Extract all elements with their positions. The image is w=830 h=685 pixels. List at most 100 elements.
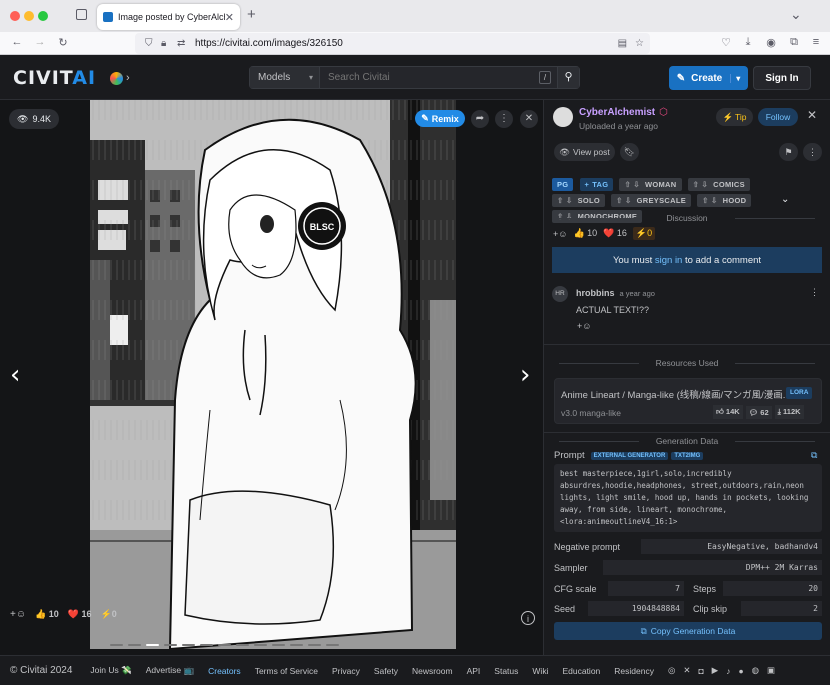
eye-icon: 👁︎: [17, 113, 29, 124]
like-reaction[interactable]: 👍 10: [573, 228, 597, 239]
tag-chip[interactable]: ⇧ ⇩ HOOD: [697, 194, 752, 207]
next-image-icon[interactable]: ›: [520, 360, 530, 390]
pocket-icon[interactable]: ♡: [719, 36, 733, 49]
shield-icon[interactable]: ⛉: [145, 38, 157, 49]
resource-card[interactable]: Anime Lineart / Manga-like (线稿/線画/マンガ風/漫…: [554, 378, 822, 424]
twitch-icon[interactable]: ▣: [767, 665, 775, 676]
tag-chip[interactable]: ⇧ ⇩ WOMAN: [619, 178, 682, 191]
view-post-button[interactable]: 👁︎ View post: [554, 143, 615, 161]
comment-user[interactable]: hrobbins: [576, 288, 615, 298]
search-type-select[interactable]: Models ▾: [250, 67, 320, 88]
new-tab-button[interactable]: +: [247, 6, 256, 23]
avatar[interactable]: [553, 107, 573, 127]
footer-link-education[interactable]: Education: [562, 666, 600, 676]
reader-view-icon[interactable]: ▤: [618, 38, 627, 49]
close-window-button[interactable]: [10, 11, 20, 21]
footer-link-advertise[interactable]: Advertise 📺: [146, 665, 194, 676]
share-icon[interactable]: ➦: [471, 110, 489, 128]
brand-switcher[interactable]: ›: [110, 70, 136, 86]
bolt-reaction[interactable]: ⚡0: [632, 227, 656, 240]
youtube-icon[interactable]: ▶: [712, 665, 719, 676]
forward-arrow-icon[interactable]: →: [33, 36, 47, 48]
github-icon[interactable]: ◍: [752, 665, 759, 676]
seed-label: Seed: [554, 604, 576, 614]
tip-button[interactable]: ⚡ Tip: [716, 108, 753, 126]
add-reaction-button[interactable]: +☺: [553, 229, 567, 239]
copy-generation-data-button[interactable]: ⧉ Copy Generation Data: [554, 622, 822, 640]
zoom-window-button[interactable]: [38, 11, 48, 21]
add-reaction-button[interactable]: +☺: [10, 609, 26, 620]
lock-icon[interactable]: 🔒︎: [161, 38, 173, 49]
heart-reaction[interactable]: ❤️ 16: [603, 228, 627, 239]
bolt-reaction[interactable]: ⚡0: [101, 609, 117, 620]
tag-chip[interactable]: ⇧ ⇩ GREYSCALE: [611, 194, 692, 207]
footer-link-terms[interactable]: Terms of Service: [255, 666, 318, 676]
footer-link-join[interactable]: Join Us 💸: [90, 665, 131, 676]
civitai-logo[interactable]: CIVITAI: [13, 67, 96, 89]
footer-link-status[interactable]: Status: [494, 666, 518, 676]
search-input[interactable]: [320, 67, 539, 88]
reload-icon[interactable]: ↻: [56, 36, 70, 49]
tab-overview-icon[interactable]: [76, 9, 87, 20]
flag-icon[interactable]: ⚑: [779, 143, 798, 161]
footer-link-newsroom[interactable]: Newsroom: [412, 666, 453, 676]
close-panel-icon[interactable]: ✕: [807, 108, 817, 122]
comment-more-icon[interactable]: ⋮: [810, 287, 819, 298]
steps-value: 20: [723, 581, 822, 596]
comment-avatar[interactable]: HR: [552, 286, 568, 302]
url-text[interactable]: https://civitai.com/images/326150: [195, 38, 618, 49]
follow-button[interactable]: Follow: [758, 108, 798, 126]
likes-stat: 👍︎ 14K: [713, 405, 743, 419]
tag-chip[interactable]: ⇧ ⇩ COMICS: [687, 178, 750, 191]
x-twitter-icon[interactable]: ✕: [683, 665, 690, 676]
active-tab[interactable]: Image posted by CyberAlchemist ✕: [97, 4, 240, 30]
chevron-down-icon[interactable]: ⌄: [781, 194, 789, 205]
close-viewer-icon[interactable]: ✕: [520, 110, 538, 128]
author-name[interactable]: CyberAlchemist: [579, 107, 655, 118]
copy-prompt-icon[interactable]: ⧉: [811, 450, 817, 461]
like-reaction[interactable]: 👍 10: [35, 609, 59, 620]
tag-chip[interactable]: ⇧ ⇩ SOLO: [552, 194, 606, 207]
more-vertical-icon[interactable]: ⋮: [803, 143, 822, 161]
permissions-icon[interactable]: ⇄: [177, 38, 189, 49]
sign-in-button[interactable]: Sign In: [753, 66, 811, 90]
remix-button[interactable]: ✎ Remix: [415, 110, 465, 127]
heart-reaction[interactable]: ❤️ 16: [68, 609, 92, 620]
chevron-down-icon[interactable]: ▾: [730, 73, 740, 83]
prompt-text: best masterpiece,1girl,solo,incredibly a…: [554, 464, 822, 532]
create-button[interactable]: ✎ Create ▾: [669, 66, 748, 90]
footer-link-residency[interactable]: Residency: [614, 666, 654, 676]
extensions-icon[interactable]: ⧉: [787, 36, 801, 49]
previous-image-icon[interactable]: ‹: [10, 360, 20, 390]
address-bar[interactable]: ⛉ 🔒︎ ⇄ https://civitai.com/images/326150…: [135, 33, 650, 54]
instagram-icon[interactable]: ◘: [699, 666, 704, 676]
footer-link-privacy[interactable]: Privacy: [332, 666, 360, 676]
footer-link-safety[interactable]: Safety: [374, 666, 398, 676]
sign-in-link[interactable]: sign in: [655, 255, 682, 266]
minimize-window-button[interactable]: [24, 11, 34, 21]
bookmark-star-icon[interactable]: ☆: [635, 38, 644, 49]
close-tab-icon[interactable]: ✕: [225, 11, 234, 24]
rating-badge[interactable]: PG: [552, 178, 574, 191]
back-arrow-icon[interactable]: ←: [10, 36, 24, 48]
more-vertical-icon[interactable]: ⋮: [495, 110, 513, 128]
account-icon[interactable]: ◉: [764, 36, 778, 49]
resource-stats: 👍︎ 14K 💬︎ 62 ⤓ 112K: [713, 405, 804, 419]
discord-icon[interactable]: ◎: [668, 665, 675, 676]
info-icon[interactable]: i: [521, 611, 535, 625]
search-icon[interactable]: ⚲: [557, 67, 579, 88]
footer-link-api[interactable]: API: [467, 666, 481, 676]
tiktok-icon[interactable]: ♪: [726, 666, 730, 676]
add-tag-button[interactable]: + TAG: [579, 178, 614, 191]
downloads-icon[interactable]: ⤓: [741, 36, 755, 49]
footer-link-wiki[interactable]: Wiki: [532, 666, 548, 676]
list-tabs-chevron-icon[interactable]: ⌄: [790, 6, 802, 23]
resource-name[interactable]: Anime Lineart / Manga-like (线稿/線画/マンガ風/漫…: [561, 387, 786, 401]
menu-icon[interactable]: ≡: [809, 36, 823, 48]
add-reaction-button[interactable]: +☺: [577, 321, 591, 331]
prompt-label: Prompt: [554, 450, 585, 461]
reddit-icon[interactable]: ●: [738, 666, 743, 676]
carousel-indicator[interactable]: [110, 637, 344, 649]
bookmark-icon[interactable]: 🔖︎: [620, 143, 639, 161]
footer-link-creators[interactable]: Creators: [208, 666, 241, 676]
